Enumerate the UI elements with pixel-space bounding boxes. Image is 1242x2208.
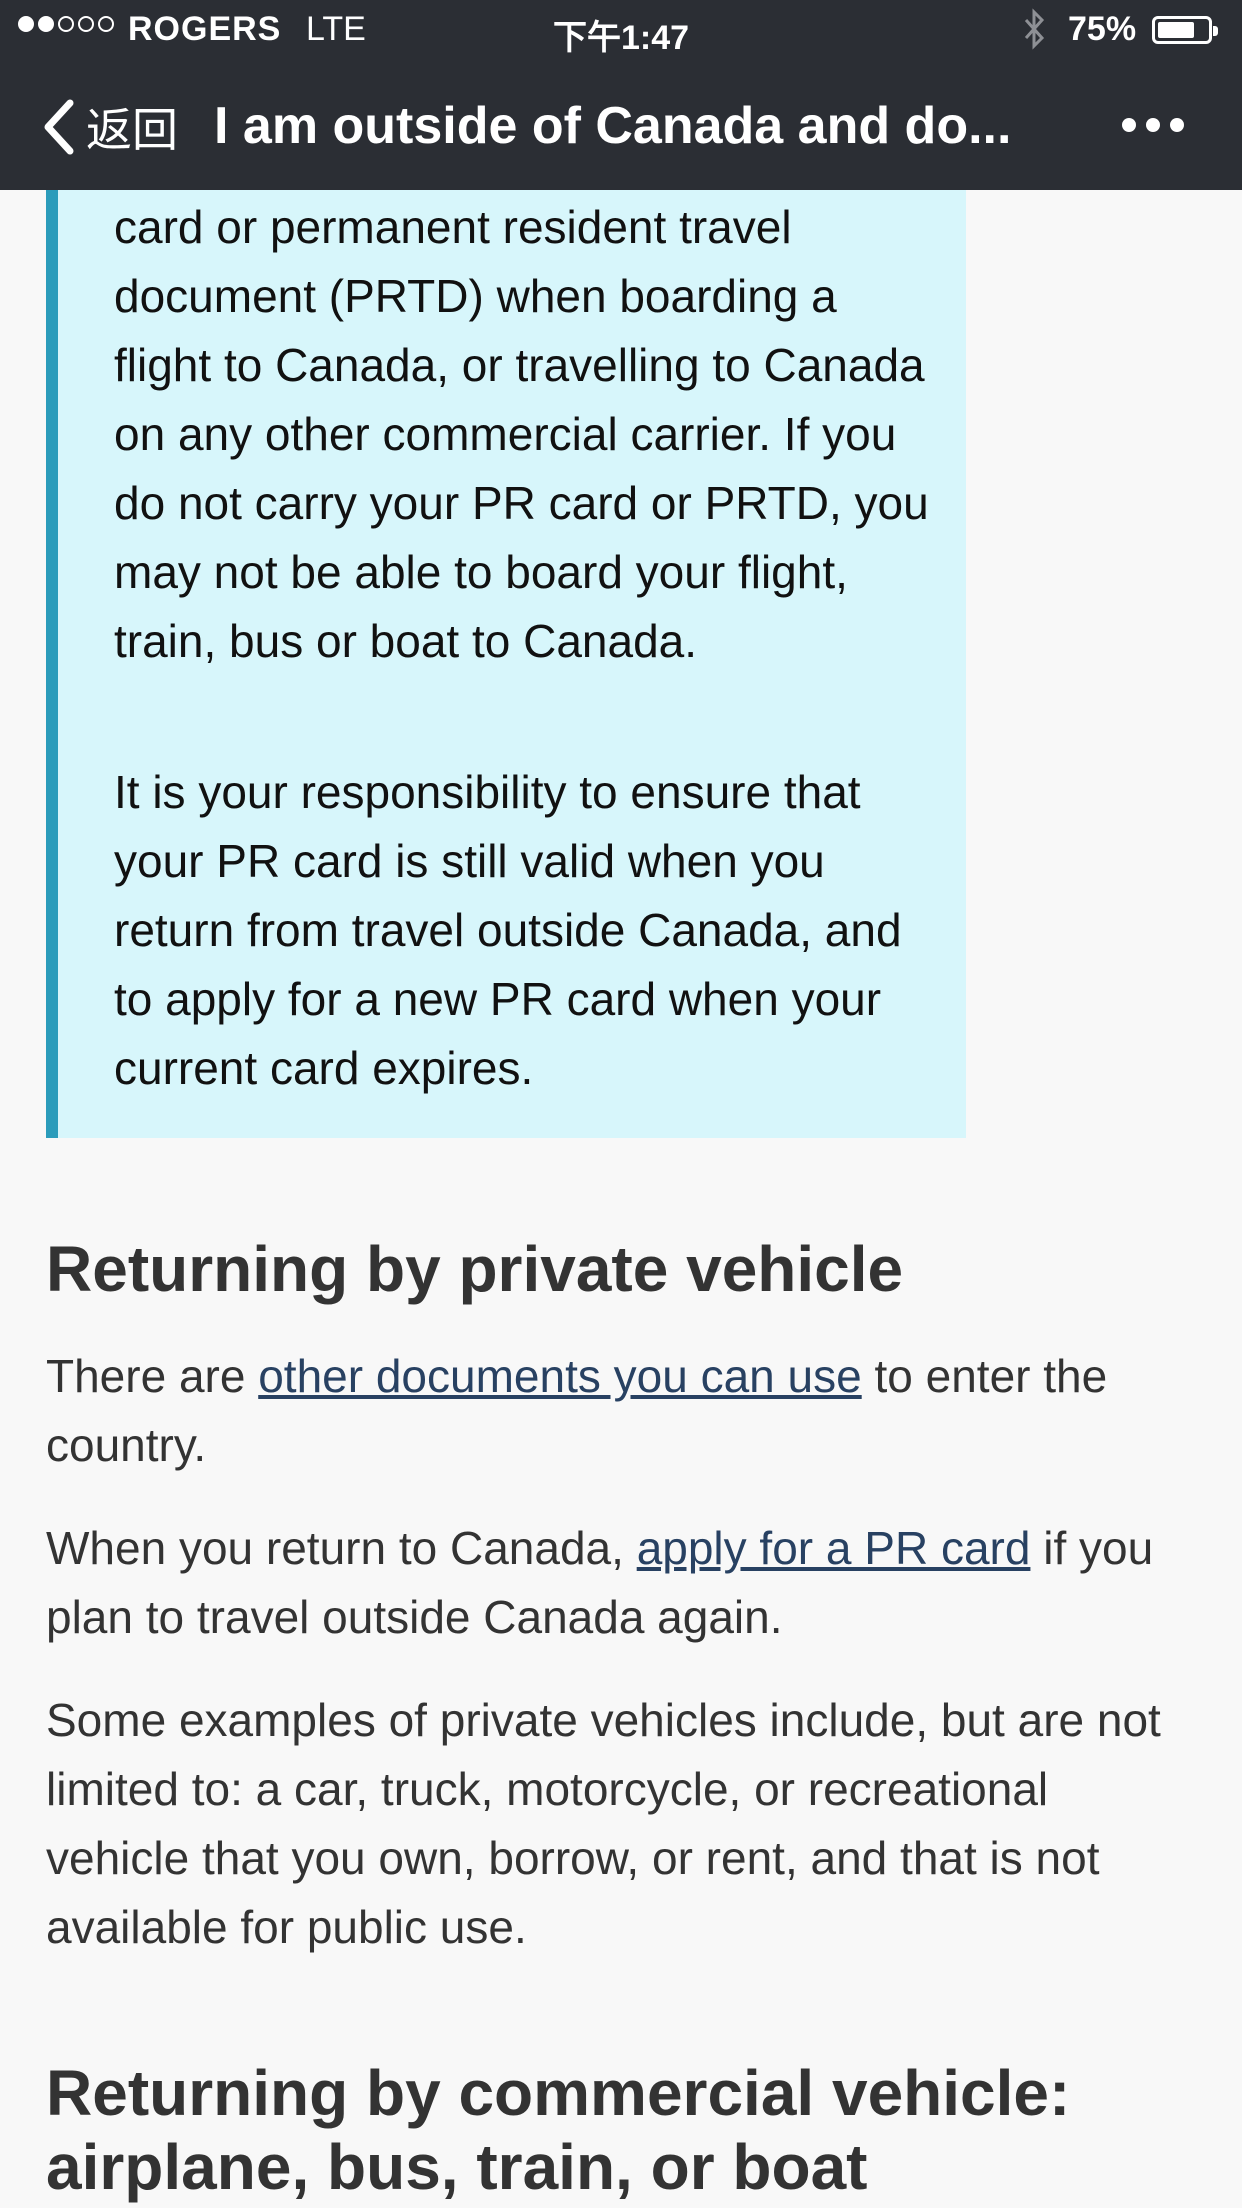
text: When you return to Canada, bbox=[46, 1522, 637, 1574]
back-button[interactable]: 返回 bbox=[40, 94, 178, 160]
battery-fill bbox=[1158, 22, 1194, 38]
paragraph-private-vehicle-examples: Some examples of private vehicles includ… bbox=[46, 1694, 1161, 1953]
page-title: I am outside of Canada and do... bbox=[214, 97, 1012, 155]
more-dot bbox=[1170, 118, 1184, 132]
status-bar: ROGERS LTE 下午1:47 75% bbox=[0, 0, 1242, 62]
back-label: 返回 bbox=[86, 104, 178, 156]
battery-nub bbox=[1213, 26, 1218, 36]
more-dot bbox=[1122, 118, 1136, 132]
apply-pr-card-link[interactable]: apply for a PR card bbox=[637, 1522, 1031, 1574]
bluetooth-icon bbox=[1024, 8, 1045, 50]
nav-bar: 返回 I am outside of Canada and do... bbox=[0, 62, 1242, 190]
text: There are bbox=[46, 1350, 259, 1402]
info-callout: card or permanent resident travel docume… bbox=[46, 190, 966, 1138]
status-time: 下午1:47 bbox=[552, 19, 690, 57]
chevron-left-icon bbox=[44, 99, 74, 155]
section-heading-private-vehicle: Returning by private vehicle bbox=[46, 1233, 904, 1305]
section-heading-commercial-vehicle: Returning by commercial vehicle: airplan… bbox=[46, 2057, 1071, 2203]
more-options-icon[interactable] bbox=[1122, 118, 1184, 132]
more-dot bbox=[1146, 118, 1160, 132]
other-documents-link[interactable]: other documents you can use bbox=[258, 1350, 861, 1402]
callout-paragraph: It is your responsibility to ensure that… bbox=[114, 766, 902, 1094]
callout-paragraph: card or permanent resident travel docume… bbox=[114, 201, 929, 667]
battery-percent: 75% bbox=[1068, 10, 1137, 48]
battery-icon bbox=[1152, 16, 1218, 44]
paragraph-apply-pr-card: When you return to Canada, apply for a P… bbox=[46, 1514, 1196, 1652]
app-header: ROGERS LTE 下午1:47 75% 返回 I am outside of… bbox=[0, 0, 1242, 190]
paragraph-other-documents: There are other documents you can use to… bbox=[46, 1342, 1196, 1480]
